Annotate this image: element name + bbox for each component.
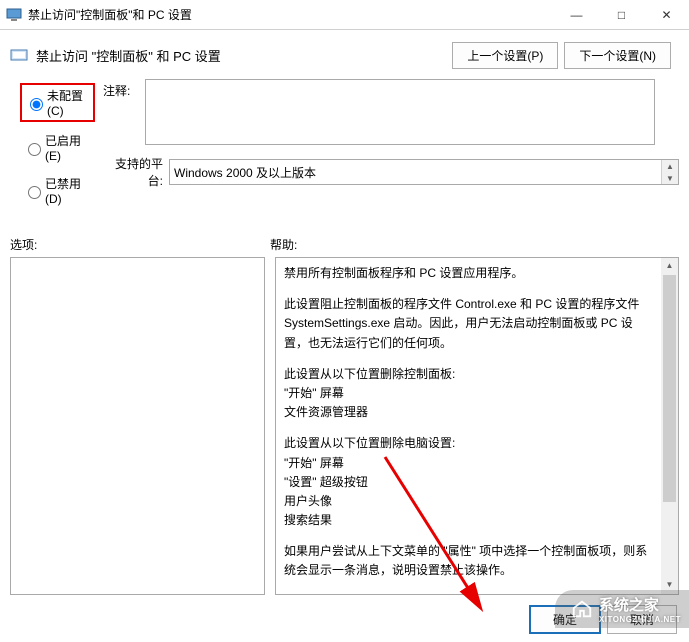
radio-enabled-input[interactable] [28, 143, 41, 156]
radio-enabled[interactable]: 已启用(E) [20, 130, 95, 165]
radio-disabled-label: 已禁用(D) [45, 175, 92, 206]
help-text: 禁用所有控制面板程序和 PC 设置应用程序。 [284, 264, 650, 283]
options-label: 选项: [10, 236, 270, 253]
policy-icon [10, 47, 28, 65]
help-label: 帮助: [270, 236, 679, 253]
supported-platform-box: Windows 2000 及以上版本 ▲ ▼ [169, 159, 679, 185]
radio-enabled-label: 已启用(E) [45, 132, 92, 163]
window-controls: — □ ✕ [554, 0, 689, 29]
dialog-footer: 确定 取消 [529, 605, 677, 634]
next-setting-button[interactable]: 下一个设置(N) [564, 42, 671, 69]
help-panel: 禁用所有控制面板程序和 PC 设置应用程序。 此设置阻止控制面板的程序文件 Co… [275, 257, 679, 595]
scroll-up-icon[interactable]: ▲ [662, 160, 678, 172]
help-text: 此设置阻止控制面板的程序文件 Control.exe 和 PC 设置的程序文件 … [284, 295, 650, 353]
maximize-button[interactable]: □ [599, 0, 644, 29]
header-row: 禁止访问 "控制面板" 和 PC 设置 上一个设置(P) 下一个设置(N) [0, 30, 689, 79]
platform-scrollbar[interactable]: ▲ ▼ [661, 160, 678, 184]
close-button[interactable]: ✕ [644, 0, 689, 29]
comment-label: 注释: [103, 79, 145, 145]
help-text: 此设置从以下位置删除控制面板: "开始" 屏幕 文件资源管理器 [284, 365, 650, 423]
help-text: 如果用户尝试从上下文菜单的 "属性" 项中选择一个控制面板项，则系统会显示一条消… [284, 542, 650, 580]
scroll-down-icon[interactable]: ▼ [661, 577, 678, 594]
ok-button[interactable]: 确定 [529, 605, 601, 634]
scroll-up-icon[interactable]: ▲ [661, 258, 678, 275]
scroll-down-icon[interactable]: ▼ [662, 172, 678, 184]
radio-disabled-input[interactable] [28, 186, 41, 199]
minimize-button[interactable]: — [554, 0, 599, 29]
app-icon [6, 7, 22, 23]
supported-platform-value: Windows 2000 及以上版本 [174, 164, 316, 181]
radio-not-configured[interactable]: 未配置(C) [20, 83, 95, 122]
config-radio-group: 未配置(C) 已启用(E) 已禁用(D) [20, 79, 95, 216]
titlebar: 禁止访问"控制面板"和 PC 设置 — □ ✕ [0, 0, 689, 30]
help-text: 此设置从以下位置删除电脑设置: "开始" 屏幕 "设置" 超级按钮 用户头像 搜… [284, 434, 650, 530]
cancel-button[interactable]: 取消 [607, 605, 677, 634]
radio-disabled[interactable]: 已禁用(D) [20, 173, 95, 208]
radio-not-configured-label: 未配置(C) [47, 87, 90, 118]
supported-platform-label: 支持的平台: [103, 155, 163, 189]
previous-setting-button[interactable]: 上一个设置(P) [452, 42, 558, 69]
options-panel [10, 257, 265, 595]
window-title: 禁止访问"控制面板"和 PC 设置 [28, 6, 554, 23]
scroll-thumb[interactable] [663, 275, 676, 502]
help-scrollbar[interactable]: ▲ ▼ [661, 258, 678, 594]
comment-textarea[interactable] [145, 79, 655, 145]
radio-not-configured-input[interactable] [30, 98, 43, 111]
policy-title: 禁止访问 "控制面板" 和 PC 设置 [36, 46, 452, 65]
